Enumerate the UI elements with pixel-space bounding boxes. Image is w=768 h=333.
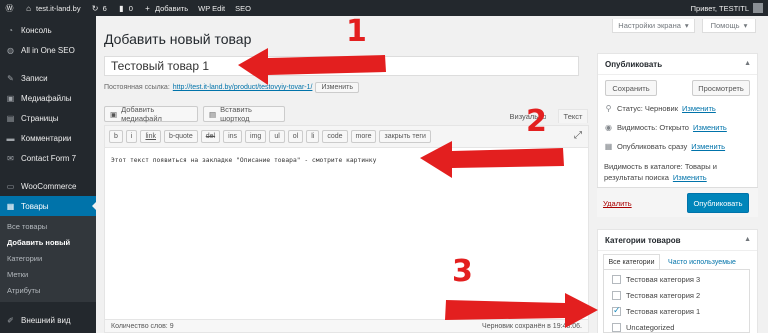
annotation-number-2: 2 xyxy=(526,104,547,139)
annotation-number-1: 1 xyxy=(346,14,367,49)
annotation-arrow-1 xyxy=(238,48,386,85)
annotation-arrow-2 xyxy=(420,141,564,178)
annotation-number-3: 3 xyxy=(452,254,473,289)
annotation-layer xyxy=(238,48,598,328)
annotation-arrow-3 xyxy=(445,293,598,328)
